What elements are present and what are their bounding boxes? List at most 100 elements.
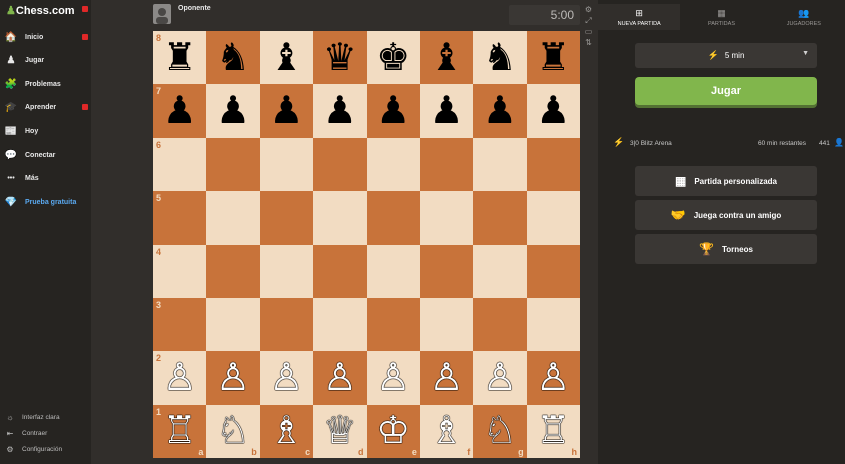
board-square-d4[interactable] [313, 244, 367, 298]
time-control-select[interactable]: ⚡ 5 min ▼ [635, 43, 817, 68]
board-square-d2[interactable]: ♙ [313, 351, 367, 405]
board-square-d5[interactable] [313, 191, 367, 245]
board-square-a1[interactable]: 1 a ♖ [153, 404, 207, 459]
board-square-c8[interactable]: ♝ [259, 31, 314, 85]
chess-piece-h2[interactable]: ♙ [527, 351, 580, 404]
board-square-g3[interactable] [473, 297, 527, 352]
board-square-a5[interactable]: 5 [153, 191, 207, 245]
board-square-h8[interactable]: ♜ [526, 31, 581, 85]
chess-piece-g2[interactable]: ♙ [473, 351, 526, 404]
board-square-e8[interactable]: ♚ [366, 31, 420, 85]
chess-board[interactable]: 8 ♜ ♞ ♝ ♛ ♚ ♝ ♞ ♜ 7 ♟ ♟ ♟ ♟ ♟ ♟ ♟ ♟ 6 5 4 3 2 ♙ ♙ ♙ ♙ ♙ ♙ ♙ ♙ 1 a ♖ b ♘ c ♗ d ♕… [153, 31, 581, 459]
chess-piece-d8[interactable]: ♛ [313, 31, 366, 84]
board-square-c4[interactable] [259, 244, 314, 298]
board-square-c3[interactable] [259, 297, 314, 352]
board-square-g4[interactable] [473, 244, 527, 298]
board-square-f3[interactable] [419, 297, 474, 352]
board-square-d7[interactable]: ♟ [313, 84, 367, 138]
board-square-a2[interactable]: 2 ♙ [153, 351, 207, 405]
sidebar-item-prueba-gratuita[interactable]: 💎 Prueba gratuita [4, 193, 90, 211]
chess-piece-f2[interactable]: ♙ [420, 351, 473, 404]
board-square-f8[interactable]: ♝ [419, 31, 474, 85]
tournaments-button[interactable]: 🏆 Torneos [635, 234, 817, 264]
board-square-d1[interactable]: d ♕ [313, 404, 367, 459]
board-square-c1[interactable]: c ♗ [259, 404, 314, 459]
chess-piece-f8[interactable]: ♝ [420, 31, 473, 84]
chess-piece-c2[interactable]: ♙ [260, 351, 313, 404]
chess-piece-e1[interactable]: ♔ [367, 405, 420, 458]
board-square-e2[interactable]: ♙ [366, 351, 420, 405]
sidebar-item-aprender[interactable]: 🎓 Aprender [4, 98, 90, 116]
flip-board-icon[interactable]: ⇅ [584, 38, 593, 48]
board-square-f6[interactable] [419, 137, 474, 192]
logo[interactable]: ♟Chess.com [6, 4, 75, 17]
board-square-b2[interactable]: ♙ [206, 351, 260, 405]
tab-nueva-partida[interactable]: ⊞ Nueva partida [598, 4, 681, 30]
sidebar-item-hoy[interactable]: 📰 Hoy [4, 122, 90, 140]
chess-piece-a2[interactable]: ♙ [153, 351, 206, 404]
chess-piece-e2[interactable]: ♙ [367, 351, 420, 404]
chess-piece-g8[interactable]: ♞ [473, 31, 526, 84]
tab-partidas[interactable]: ▦ Partidas [680, 4, 762, 30]
board-square-a7[interactable]: 7 ♟ [153, 84, 207, 138]
board-square-c7[interactable]: ♟ [259, 84, 314, 138]
chess-piece-e7[interactable]: ♟ [367, 84, 420, 137]
chess-piece-g1[interactable]: ♘ [473, 405, 526, 458]
board-square-b4[interactable] [206, 244, 260, 298]
board-square-f2[interactable]: ♙ [419, 351, 474, 405]
avatar[interactable] [153, 4, 171, 24]
chess-piece-b2[interactable]: ♙ [206, 351, 259, 404]
sidebar-item-jugar[interactable]: ♟ Jugar [4, 51, 90, 69]
board-square-d8[interactable]: ♛ [313, 31, 367, 85]
board-square-g8[interactable]: ♞ [473, 31, 527, 85]
board-square-b1[interactable]: b ♘ [206, 404, 260, 459]
light-theme-toggle[interactable]: ☼ Interfaz clara [4, 410, 59, 424]
board-square-g7[interactable]: ♟ [473, 84, 527, 138]
chess-piece-b8[interactable]: ♞ [206, 31, 259, 84]
board-square-g6[interactable] [473, 137, 527, 192]
board-square-h1[interactable]: h ♖ [526, 404, 581, 459]
board-square-f7[interactable]: ♟ [419, 84, 474, 138]
board-square-e5[interactable] [366, 191, 420, 245]
play-friend-button[interactable]: 🤝 Juega contra un amigo [635, 200, 817, 230]
board-square-a8[interactable]: 8 ♜ [153, 31, 207, 85]
board-square-h3[interactable] [526, 297, 581, 352]
sidebar-item-mas[interactable]: ••• Más [4, 169, 90, 187]
chess-piece-c1[interactable]: ♗ [260, 405, 313, 458]
board-square-b8[interactable]: ♞ [206, 31, 260, 85]
gear-icon[interactable]: ⚙ [584, 5, 593, 15]
chess-piece-h7[interactable]: ♟ [527, 84, 580, 137]
collapse-button[interactable]: ⇤ Contraer [4, 426, 48, 440]
chess-piece-f1[interactable]: ♗ [420, 405, 473, 458]
chess-piece-c7[interactable]: ♟ [260, 84, 313, 137]
custom-game-button[interactable]: ▦ Partida personalizada [635, 166, 817, 196]
chess-piece-d2[interactable]: ♙ [313, 351, 366, 404]
board-square-c2[interactable]: ♙ [259, 351, 314, 405]
sidebar-item-problemas[interactable]: 🧩 Problemas [4, 75, 90, 93]
board-square-c5[interactable] [259, 191, 314, 245]
chess-piece-e8[interactable]: ♚ [367, 31, 420, 84]
board-square-h7[interactable]: ♟ [526, 84, 581, 138]
chess-piece-b7[interactable]: ♟ [206, 84, 259, 137]
board-square-h5[interactable] [526, 191, 581, 245]
sidebar-item-inicio[interactable]: 🏠 Inicio [4, 28, 90, 46]
board-square-e7[interactable]: ♟ [366, 84, 420, 138]
chess-piece-c8[interactable]: ♝ [260, 31, 313, 84]
board-square-h6[interactable] [526, 137, 581, 192]
board-square-f5[interactable] [419, 191, 474, 245]
board-square-h2[interactable]: ♙ [526, 351, 581, 405]
board-square-a3[interactable]: 3 [153, 297, 207, 352]
board-square-e3[interactable] [366, 297, 420, 352]
chess-piece-a1[interactable]: ♖ [153, 405, 206, 458]
board-square-d3[interactable] [313, 297, 367, 352]
board-square-d6[interactable] [313, 137, 367, 192]
chess-piece-b1[interactable]: ♘ [206, 405, 259, 458]
chess-piece-d1[interactable]: ♕ [313, 405, 366, 458]
fullscreen-icon[interactable]: ⤢ [584, 16, 593, 26]
arena-row[interactable]: ⚡ 3|0 Blitz Arena 60 min restantes 441 👤 [613, 137, 844, 151]
chess-piece-h8[interactable]: ♜ [527, 31, 580, 84]
board-square-b5[interactable] [206, 191, 260, 245]
chess-piece-f7[interactable]: ♟ [420, 84, 473, 137]
tab-jugadores[interactable]: 👥 Jugadores [763, 4, 845, 30]
board-square-c6[interactable] [259, 137, 314, 192]
